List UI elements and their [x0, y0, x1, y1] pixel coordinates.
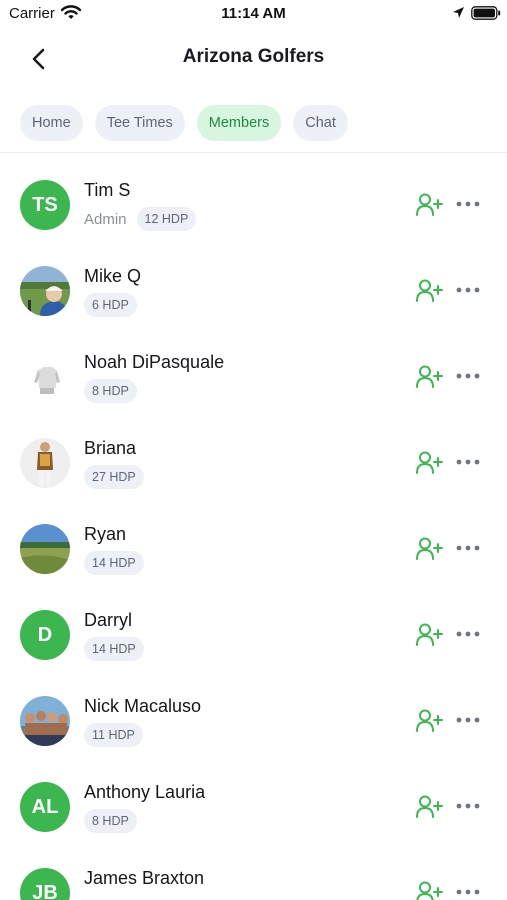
add-friend-button[interactable] — [415, 794, 445, 820]
handicap-badge: 14 HDP — [84, 637, 144, 661]
member-meta: 6 HDP — [84, 293, 137, 317]
add-friend-button[interactable] — [415, 536, 445, 562]
member-name: Noah DiPasquale — [84, 352, 225, 372]
add-user-icon — [416, 795, 443, 818]
more-options-button[interactable] — [455, 368, 481, 384]
add-user-icon — [416, 537, 443, 560]
page-title: Arizona Golfers — [182, 46, 325, 67]
tab-members[interactable]: Members — [196, 105, 282, 141]
add-friend-button[interactable] — [415, 450, 445, 476]
avatar: D — [20, 610, 70, 660]
member-name: Anthony Lauria — [84, 782, 206, 802]
member-row[interactable]: Ryan 14 HDP — [0, 504, 507, 590]
member-meta: 11 HDP — [84, 723, 143, 747]
handicap-badge: 8 HDP — [84, 809, 137, 833]
avatar — [20, 524, 70, 574]
add-user-icon — [416, 193, 443, 216]
more-icon — [456, 201, 480, 207]
add-user-icon — [416, 451, 443, 474]
member-meta: 27 HDP — [84, 465, 144, 489]
tab-tee-times[interactable]: Tee Times — [94, 105, 185, 141]
member-meta: 8 HDP — [84, 379, 137, 403]
avatar: AL — [20, 782, 70, 832]
more-icon — [456, 545, 480, 551]
person-photo — [20, 438, 70, 488]
more-icon — [456, 889, 480, 895]
role-label: Admin — [84, 210, 127, 228]
add-friend-button[interactable] — [415, 622, 445, 648]
handicap-badge: 14 HDP — [84, 551, 144, 575]
member-name: Mike Q — [84, 266, 142, 286]
avatar: JB — [20, 868, 70, 900]
add-friend-button[interactable] — [415, 192, 445, 218]
member-meta: Admin 12 HDP — [84, 207, 197, 231]
more-icon — [456, 373, 480, 379]
more-icon — [456, 717, 480, 723]
member-name: Ryan — [84, 524, 127, 544]
nav-bar: Arizona Golfers — [0, 28, 507, 90]
more-icon — [456, 803, 480, 809]
add-friend-button[interactable] — [415, 708, 445, 734]
member-meta: 14 HDP — [84, 551, 144, 575]
add-user-icon — [416, 709, 443, 732]
avatar — [20, 352, 70, 402]
more-options-button[interactable] — [455, 712, 481, 728]
add-friend-button[interactable] — [415, 880, 445, 900]
member-row[interactable]: Briana 27 HDP — [0, 418, 507, 504]
tab-home[interactable]: Home — [20, 105, 83, 141]
more-options-button[interactable] — [455, 540, 481, 556]
handicap-badge: 6 HDP — [84, 293, 137, 317]
clock: 11:14 AM — [221, 5, 286, 22]
group-photo — [20, 696, 70, 746]
battery-icon — [471, 6, 501, 25]
more-icon — [456, 287, 480, 293]
more-options-button[interactable] — [455, 196, 481, 212]
add-user-icon — [416, 623, 443, 646]
more-options-button[interactable] — [455, 282, 481, 298]
more-options-button[interactable] — [455, 454, 481, 470]
handicap-badge: 8 HDP — [84, 379, 137, 403]
avatar: TS — [20, 180, 70, 230]
more-icon — [456, 631, 480, 637]
member-list: TS Tim S Admin 12 HDP Mike Q 6 HDP Noah … — [0, 160, 507, 900]
member-name: Briana — [84, 438, 137, 458]
member-name: Darryl — [84, 610, 132, 630]
status-bar: Carrier 11:14 AM — [0, 0, 507, 28]
member-row[interactable]: Nick Macaluso 11 HDP — [0, 676, 507, 762]
more-options-button[interactable] — [455, 626, 481, 642]
more-options-button[interactable] — [455, 798, 481, 814]
member-name: Nick Macaluso — [84, 696, 202, 716]
handicap-badge: 12 HDP — [136, 207, 197, 231]
avatar — [20, 696, 70, 746]
golfer-photo — [20, 266, 70, 316]
avatar — [20, 438, 70, 488]
field-photo — [20, 524, 70, 574]
avatar — [20, 266, 70, 316]
handicap-badge: 11 HDP — [84, 723, 143, 747]
member-row[interactable]: D Darryl 14 HDP — [0, 590, 507, 676]
add-friend-button[interactable] — [415, 278, 445, 304]
tab-chat[interactable]: Chat — [293, 105, 348, 141]
member-name: James Braxton — [84, 868, 205, 888]
tab-bar: Home Tee Times Members Chat — [20, 105, 360, 141]
divider — [0, 152, 507, 153]
member-row[interactable]: TS Tim S Admin 12 HDP — [0, 160, 507, 246]
member-row[interactable]: JB James Braxton — [0, 848, 507, 900]
more-icon — [456, 459, 480, 465]
add-user-icon — [416, 881, 443, 900]
shirt-photo — [20, 352, 70, 402]
add-user-icon — [416, 279, 443, 302]
member-row[interactable]: Noah DiPasquale 8 HDP — [0, 332, 507, 418]
handicap-badge: 27 HDP — [84, 465, 144, 489]
add-user-icon — [416, 365, 443, 388]
member-meta: 14 HDP — [84, 637, 144, 661]
member-row[interactable]: AL Anthony Lauria 8 HDP — [0, 762, 507, 848]
member-name: Tim S — [84, 180, 131, 200]
member-row[interactable]: Mike Q 6 HDP — [0, 246, 507, 332]
more-options-button[interactable] — [455, 884, 481, 900]
member-meta: 8 HDP — [84, 809, 137, 833]
add-friend-button[interactable] — [415, 364, 445, 390]
location-arrow-icon — [452, 6, 465, 24]
